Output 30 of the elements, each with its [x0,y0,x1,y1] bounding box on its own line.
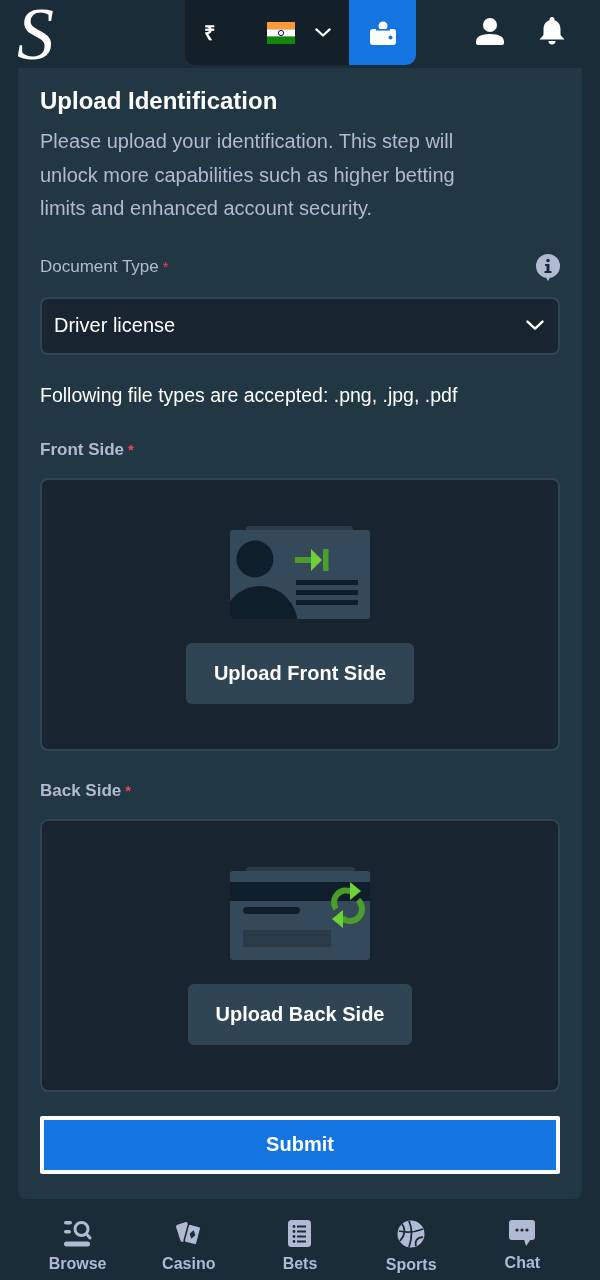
wallet-button[interactable] [349,0,416,65]
upload-button[interactable]: Upload Back Side [187,984,413,1045]
nav-item[interactable]: Casino [133,1200,245,1280]
flag-icon [267,21,295,44]
bell-icon[interactable] [538,17,566,46]
caret-icon [526,320,544,331]
field-label: Front Side * [40,438,134,461]
nav-item[interactable]: Chat [466,1200,578,1280]
list-search-icon [63,1219,92,1247]
basketball-icon [397,1219,426,1248]
document-type-select[interactable]: Driver license [40,296,560,355]
nav-item[interactable]: Bets [244,1200,356,1280]
playing-cards-icon [174,1219,203,1247]
chat-bubble-icon [509,1219,536,1246]
currency-selector[interactable]: ₹ [185,0,349,65]
page-title: Upload Identification [40,86,279,116]
wallet-icon [369,20,396,45]
submit-button[interactable]: Submit [40,1115,560,1174]
upload-button[interactable]: Upload Front Side [185,643,415,704]
nav-item[interactable]: Sports [355,1200,467,1280]
description-text: Please upload your identification. This step will unlock more capabilities such as higher betting limits and enhanced account security. [40,129,456,221]
user-icon[interactable] [476,18,504,45]
field-label: Document Type * [40,256,169,278]
field-label: Back Side * [40,779,132,802]
info-icon[interactable] [536,253,560,281]
accepted-types-text: Following file types are accepted: .png, .jpg, .pdf [40,382,459,408]
logo[interactable]: S [15,2,56,66]
caret-icon [315,28,331,37]
list-icon [288,1219,312,1247]
nav-item[interactable]: Browse [22,1200,134,1280]
